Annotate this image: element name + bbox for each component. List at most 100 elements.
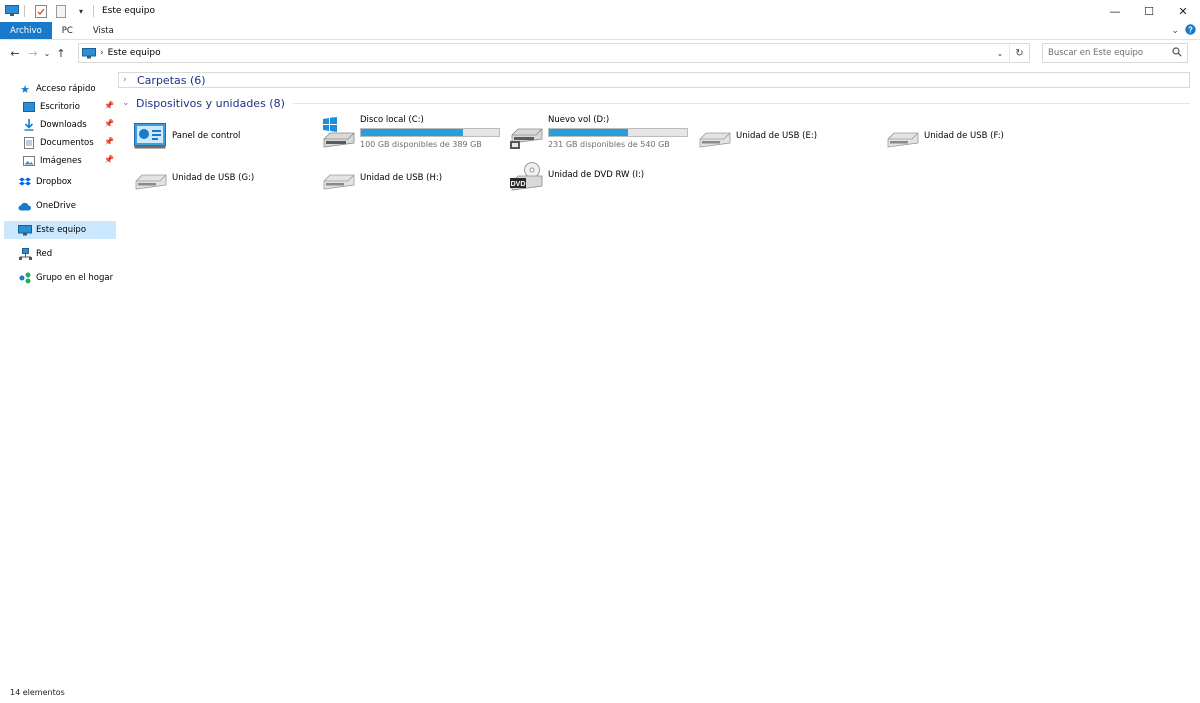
search-placeholder: Buscar en Este equipo	[1048, 48, 1144, 58]
sidebar-item-label: Red	[36, 249, 53, 259]
up-button[interactable]: ↑	[52, 44, 70, 62]
chevron-right-icon[interactable]: ›	[123, 75, 135, 85]
device-tile-usb-g[interactable]: Unidad de USB (G:)	[134, 163, 314, 199]
group-header-carpetas[interactable]: › Carpetas (6)	[118, 72, 1190, 88]
device-tile-usb-h[interactable]: Unidad de USB (H:)	[322, 163, 502, 199]
device-tile-disco-c[interactable]: Disco local (C:) 100 GB disponibles de 3…	[322, 115, 502, 151]
image-icon	[22, 154, 36, 168]
usb-drive-icon	[886, 123, 920, 153]
navigation-row: ← → ⌄ ↑ › Este equipo ⌄ ↻ Buscar en Este…	[0, 42, 1200, 64]
device-name: Panel de control	[172, 131, 241, 141]
sidebar-item-escritorio[interactable]: Escritorio 📌	[4, 98, 116, 116]
group-label: Dispositivos y unidades (8)	[136, 96, 285, 110]
sidebar-item-label: OneDrive	[36, 201, 76, 211]
separator	[24, 5, 25, 17]
sidebar-item-imagenes[interactable]: Imágenes 📌	[4, 152, 116, 170]
document-icon	[22, 136, 36, 150]
network-icon	[18, 247, 32, 261]
sidebar-item-este-equipo[interactable]: Este equipo	[4, 221, 116, 239]
control-panel-icon	[134, 123, 168, 153]
sidebar-item-label: Este equipo	[36, 225, 87, 235]
chevron-down-icon[interactable]: ⌄	[122, 98, 134, 108]
sidebar-item-grupo-en-el-hogar[interactable]: Grupo en el hogar	[4, 269, 116, 287]
homegroup-icon	[18, 271, 32, 285]
dropbox-icon	[18, 175, 32, 189]
drive-usage-bar	[360, 128, 500, 137]
sidebar-item-label: Escritorio	[40, 102, 80, 112]
quick-access-dropdown-icon[interactable]: ▾	[73, 3, 89, 19]
navigation-pane: ★ Acceso rápido Escritorio 📌 Downloads 📌…	[0, 76, 118, 676]
sidebar-item-label: Imágenes	[40, 156, 82, 166]
minimize-button[interactable]: —	[1098, 0, 1132, 22]
sidebar-item-label: Grupo en el hogar	[36, 273, 114, 283]
properties-icon[interactable]	[33, 3, 49, 19]
sidebar-item-label: Documentos	[40, 138, 94, 148]
address-bar[interactable]: › Este equipo ⌄ ↻	[78, 43, 1030, 63]
address-dropdown-button[interactable]: ⌄	[993, 44, 1007, 62]
sidebar-item-onedrive[interactable]: OneDrive	[4, 197, 116, 215]
sidebar-item-label: Downloads	[40, 120, 87, 130]
device-tile-usb-e[interactable]: Unidad de USB (E:)	[698, 121, 878, 157]
dvd-drive-icon: DVD	[510, 162, 544, 192]
device-tile-panel-de-control[interactable]: Panel de control	[134, 121, 314, 157]
computer-icon	[82, 47, 96, 59]
ribbon-right: ⌄ ?	[1171, 22, 1196, 40]
device-name: Unidad de USB (E:)	[736, 131, 818, 141]
drive-usage-fill	[361, 129, 464, 136]
sidebar-item-label: Acceso rápido	[36, 84, 96, 94]
group-label: Carpetas (6)	[137, 73, 206, 87]
status-item-count: 14 elementos	[10, 688, 65, 697]
computer-icon[interactable]	[4, 3, 20, 19]
group-divider	[292, 102, 1190, 104]
sidebar-item-label: Dropbox	[36, 177, 72, 187]
tab-pc[interactable]: PC	[52, 22, 83, 39]
drive-usage-bar	[548, 128, 688, 137]
new-folder-icon[interactable]	[53, 3, 69, 19]
windows-drive-icon	[322, 117, 356, 148]
close-button[interactable]: ✕	[1166, 0, 1200, 22]
window-title: Este equipo	[102, 6, 155, 16]
drive-free-space: 231 GB disponibles de 540 GB	[548, 140, 670, 149]
search-icon[interactable]	[1172, 47, 1182, 60]
pin-icon[interactable]: 📌	[104, 101, 114, 110]
device-tile-nuevo-vol-d[interactable]: Nuevo vol (D:) 231 GB disponibles de 540…	[510, 115, 690, 151]
recent-locations-button[interactable]: ⌄	[42, 44, 52, 62]
dvd-badge: DVD	[511, 181, 526, 188]
refresh-button[interactable]: ↻	[1009, 44, 1029, 62]
device-name: Nuevo vol (D:)	[548, 115, 610, 125]
sidebar-item-dropbox[interactable]: Dropbox	[4, 173, 116, 191]
forward-button[interactable]: →	[24, 44, 42, 62]
device-name: Unidad de USB (H:)	[360, 173, 443, 183]
ribbon-tabs: Archivo PC Vista ⌄ ?	[0, 22, 1200, 40]
sidebar-item-documentos[interactable]: Documentos 📌	[4, 134, 116, 152]
expand-ribbon-icon[interactable]: ⌄	[1171, 26, 1179, 36]
maximize-button[interactable]: ☐	[1132, 0, 1166, 22]
sidebar-item-acceso-rapido[interactable]: ★ Acceso rápido	[4, 80, 116, 98]
group-header-dispositivos[interactable]: ⌄ Dispositivos y unidades (8)	[118, 95, 1190, 111]
window-controls: — ☐ ✕	[1098, 0, 1200, 22]
breadcrumb[interactable]: Este equipo	[108, 48, 161, 58]
separator	[93, 5, 94, 17]
tab-archivo[interactable]: Archivo	[0, 22, 52, 39]
pin-icon[interactable]: 📌	[104, 137, 114, 146]
help-icon[interactable]: ?	[1185, 24, 1196, 38]
device-tile-usb-f[interactable]: Unidad de USB (F:)	[886, 121, 1066, 157]
pin-icon[interactable]: 📌	[104, 119, 114, 128]
svg-text:?: ?	[1188, 26, 1193, 35]
device-name: Unidad de DVD RW (I:)	[548, 170, 645, 180]
drive-usage-fill	[549, 129, 628, 136]
computer-icon	[18, 223, 32, 237]
device-name: Disco local (C:)	[360, 115, 424, 125]
cloud-icon	[18, 199, 32, 213]
title-bar: ▾ Este equipo — ☐ ✕	[0, 0, 1200, 22]
breadcrumb-chevron-icon[interactable]: ›	[100, 48, 104, 58]
tab-vista[interactable]: Vista	[83, 22, 124, 39]
device-name: Unidad de USB (G:)	[172, 173, 255, 183]
back-button[interactable]: ←	[6, 44, 24, 62]
desktop-icon	[22, 100, 36, 114]
sidebar-item-red[interactable]: Red	[4, 245, 116, 263]
sidebar-item-downloads[interactable]: Downloads 📌	[4, 116, 116, 134]
device-tile-dvd-i[interactable]: DVD Unidad de DVD RW (I:)	[510, 160, 690, 196]
search-input[interactable]: Buscar en Este equipo	[1042, 43, 1188, 63]
pin-icon[interactable]: 📌	[104, 155, 114, 164]
